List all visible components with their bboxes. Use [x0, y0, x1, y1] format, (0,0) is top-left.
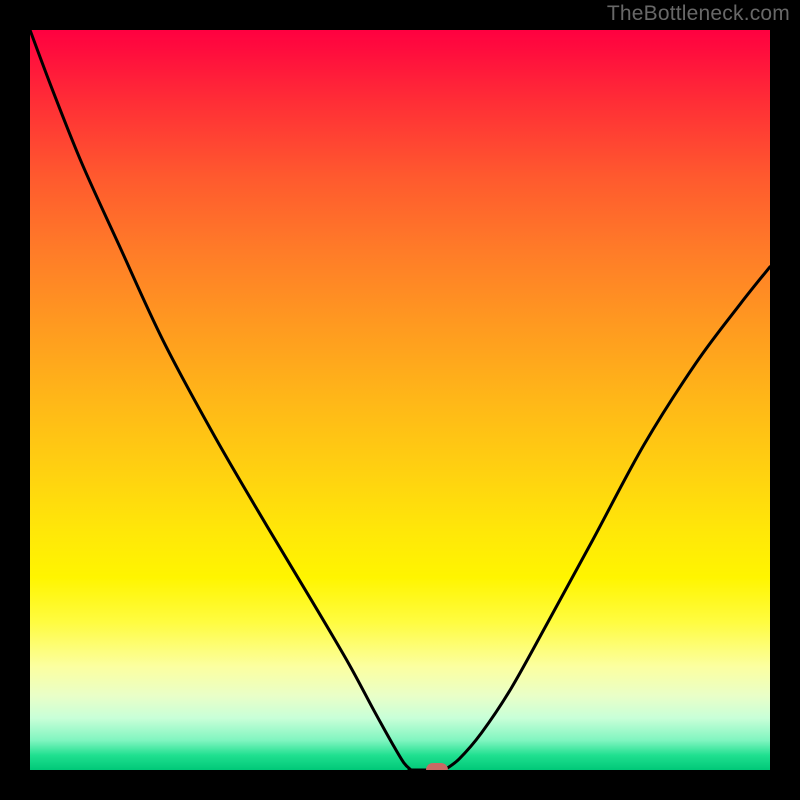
chart-frame: TheBottleneck.com: [0, 0, 800, 800]
plot-area: [30, 30, 770, 770]
optimal-marker: [426, 763, 448, 770]
bottleneck-curve: [30, 30, 770, 770]
curve-path: [30, 30, 770, 770]
watermark-text: TheBottleneck.com: [607, 2, 790, 26]
